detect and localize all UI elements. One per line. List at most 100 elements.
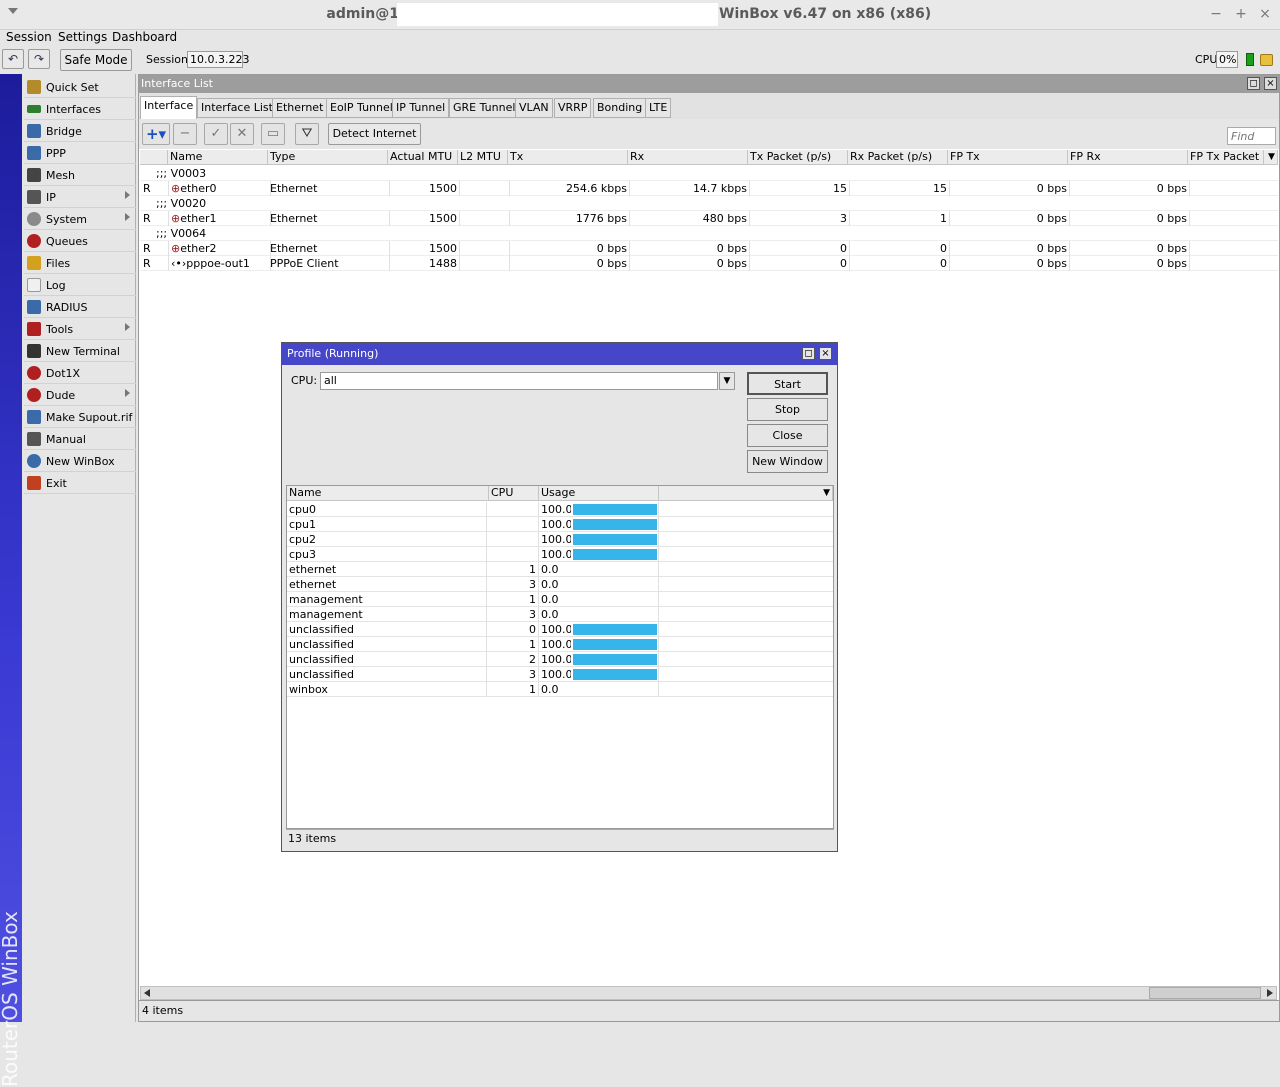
start-button[interactable]: Start	[747, 372, 828, 395]
profile-row[interactable]: management 1 0.0	[287, 592, 833, 607]
sidebar-item-queues[interactable]: Queues	[24, 230, 136, 252]
col-tx[interactable]: Tx	[508, 150, 628, 165]
col-fp-tx-packet[interactable]: FP Tx Packet (p	[1188, 150, 1264, 165]
menu-dashboard[interactable]: Dashboard	[112, 30, 177, 44]
sidebar-item-radius[interactable]: RADIUS	[24, 296, 136, 318]
col-type[interactable]: Type	[268, 150, 388, 165]
cpu-select[interactable]: all	[320, 372, 718, 390]
sidebar-item-files[interactable]: Files	[24, 252, 136, 274]
profile-row[interactable]: ethernet 1 0.0	[287, 562, 833, 577]
profile-row[interactable]: unclassified 2 100.0	[287, 652, 833, 667]
tab-interface[interactable]: Interface	[140, 96, 198, 119]
table-row[interactable]: R ‹•›pppoe-out1 PPPoE Client 1488 0 bps …	[140, 256, 1278, 271]
sidebar-item-dude[interactable]: Dude	[24, 384, 136, 406]
close-window-icon[interactable]: ×	[1264, 77, 1277, 90]
sidebar-item-ppp[interactable]: PPP	[24, 142, 136, 164]
scroll-thumb[interactable]	[1149, 987, 1261, 999]
profile-row[interactable]: ethernet 3 0.0	[287, 577, 833, 592]
tab-lte[interactable]: LTE	[645, 98, 672, 118]
sidebar-item-new-winbox[interactable]: New WinBox	[24, 450, 136, 472]
col-fp-tx[interactable]: FP Tx	[948, 150, 1068, 165]
tab-vlan[interactable]: VLAN	[515, 98, 553, 118]
profile-row-cpu: 1	[489, 682, 539, 697]
col-rx-packet[interactable]: Rx Packet (p/s)	[848, 150, 948, 165]
table-comment-row[interactable]: ;;; V0003	[140, 166, 1278, 181]
sidebar-item-new-terminal[interactable]: New Terminal	[24, 340, 136, 362]
tab-gre-tunnel[interactable]: GRE Tunnel	[449, 98, 520, 118]
minimize-icon[interactable]: −	[1208, 6, 1224, 22]
restore-window-icon[interactable]: ◻	[802, 347, 815, 360]
profile-row[interactable]: winbox 1 0.0	[287, 682, 833, 697]
close-window-icon[interactable]: ×	[819, 347, 832, 360]
profile-row[interactable]: cpu2 100.0	[287, 532, 833, 547]
sidebar-item-ip[interactable]: IP	[24, 186, 136, 208]
table-row[interactable]: R ⊕ether2 Ethernet 1500 0 bps 0 bps 0 0 …	[140, 241, 1278, 256]
tab-interface-list[interactable]: Interface List	[197, 98, 277, 118]
tab-ethernet[interactable]: Ethernet	[272, 98, 328, 118]
sidebar-item-tools[interactable]: Tools	[24, 318, 136, 340]
profile-row[interactable]: cpu0 100.0	[287, 502, 833, 517]
profile-row[interactable]: unclassified 1 100.0	[287, 637, 833, 652]
window-menu-chevron-icon[interactable]	[8, 8, 18, 14]
undo-button[interactable]: ↶	[2, 49, 24, 69]
sidebar-item-manual[interactable]: Manual	[24, 428, 136, 450]
col-usage[interactable]: Usage	[539, 486, 659, 501]
sidebar-item-dot1x[interactable]: Dot1X	[24, 362, 136, 384]
sidebar-item-log[interactable]: Log	[24, 274, 136, 296]
detect-internet-button[interactable]: Detect Internet	[328, 123, 421, 145]
profile-row[interactable]: management 3 0.0	[287, 607, 833, 622]
table-row[interactable]: R ⊕ether1 Ethernet 1500 1776 bps 480 bps…	[140, 211, 1278, 226]
stop-button[interactable]: Stop	[747, 398, 828, 421]
redo-button[interactable]: ↷	[28, 49, 50, 69]
tab-eoip-tunnel[interactable]: EoIP Tunnel	[326, 98, 397, 118]
table-row[interactable]: R ⊕ether0 Ethernet 1500 254.6 kbps 14.7 …	[140, 181, 1278, 196]
menu-session[interactable]: Session	[6, 30, 52, 44]
maximize-icon[interactable]: +	[1233, 6, 1249, 22]
col-actual-mtu[interactable]: Actual MTU	[388, 150, 458, 165]
col-name[interactable]: Name	[287, 486, 489, 501]
profile-row[interactable]: cpu1 100.0	[287, 517, 833, 532]
sidebar-item-quick-set[interactable]: Quick Set	[24, 76, 136, 98]
column-chooser-icon[interactable]: ▼	[659, 486, 833, 501]
tab-ip-tunnel[interactable]: IP Tunnel	[392, 98, 450, 118]
col-l2-mtu[interactable]: L2 MTU	[458, 150, 508, 165]
sidebar-item-exit[interactable]: Exit	[24, 472, 136, 494]
profile-row[interactable]: cpu3 100.0	[287, 547, 833, 562]
restore-window-icon[interactable]: ◻	[1247, 77, 1260, 90]
sidebar-item-mesh[interactable]: Mesh	[24, 164, 136, 186]
col-flags[interactable]	[140, 150, 168, 165]
close-icon[interactable]: ×	[1257, 6, 1273, 22]
profile-row[interactable]: unclassified 0 100.0	[287, 622, 833, 637]
find-input[interactable]	[1227, 127, 1276, 145]
remove-button[interactable]: −	[173, 123, 197, 145]
sidebar-item-bridge[interactable]: Bridge	[24, 120, 136, 142]
disable-button[interactable]: ✕	[230, 123, 254, 145]
sidebar-item-system[interactable]: System	[24, 208, 136, 230]
safe-mode-button[interactable]: Safe Mode	[60, 49, 132, 71]
tab-bonding[interactable]: Bonding	[593, 98, 647, 118]
enable-button[interactable]: ✓	[204, 123, 228, 145]
close-button[interactable]: Close	[747, 424, 828, 447]
new-window-button[interactable]: New Window	[747, 450, 828, 473]
col-cpu[interactable]: CPU	[489, 486, 539, 501]
tab-vrrp[interactable]: VRRP	[554, 98, 592, 118]
menu-settings[interactable]: Settings	[58, 30, 107, 44]
col-tx-packet[interactable]: Tx Packet (p/s)	[748, 150, 848, 165]
dropdown-arrow-icon[interactable]: ▼	[719, 372, 735, 390]
scroll-left-icon[interactable]	[144, 989, 150, 997]
add-button[interactable]: +▾	[142, 123, 170, 145]
col-name[interactable]: Name	[168, 150, 268, 165]
table-comment-row[interactable]: ;;; V0020	[140, 196, 1278, 211]
table-comment-row[interactable]: ;;; V0064	[140, 226, 1278, 241]
profile-row[interactable]: unclassified 3 100.0	[287, 667, 833, 682]
scroll-right-icon[interactable]	[1267, 989, 1273, 997]
column-chooser-icon[interactable]: ▼	[1264, 150, 1278, 165]
col-fp-rx[interactable]: FP Rx	[1068, 150, 1188, 165]
sidebar-item-interfaces[interactable]: Interfaces	[24, 98, 136, 120]
col-rx[interactable]: Rx	[628, 150, 748, 165]
filter-button[interactable]: ⛛	[295, 123, 319, 145]
dot1x-icon	[27, 366, 41, 380]
comment-button[interactable]: ▭	[261, 123, 285, 145]
sidebar-item-make-supout[interactable]: Make Supout.rif	[24, 406, 136, 428]
horizontal-scrollbar[interactable]	[140, 986, 1277, 1000]
